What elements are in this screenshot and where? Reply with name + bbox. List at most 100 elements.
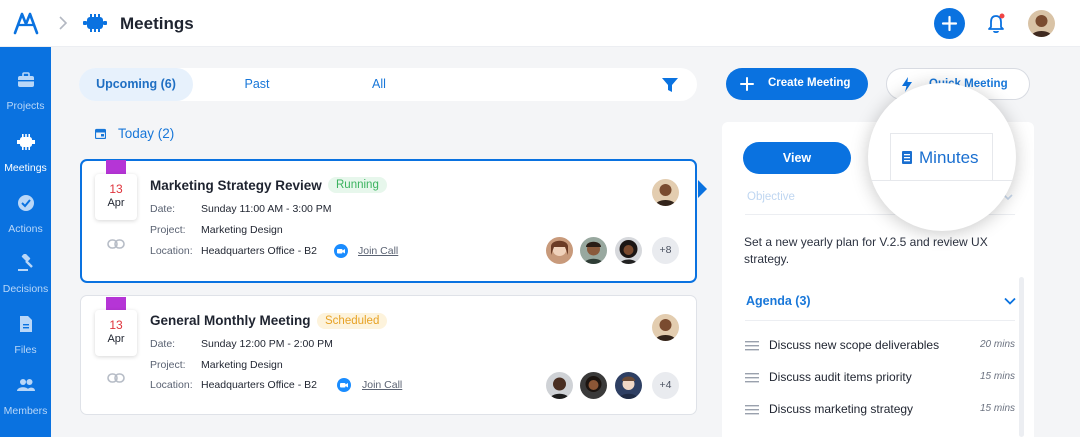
attendee-avatar-image: [580, 237, 607, 264]
document-icon: [902, 151, 912, 164]
divider: [890, 133, 891, 181]
project-value: Marketing Design: [201, 224, 283, 236]
agenda-item[interactable]: Discuss new scope deliverables 20 mins: [745, 338, 1015, 356]
selected-card-indicator: [698, 180, 707, 198]
more-attendees-badge[interactable]: +4: [652, 372, 679, 399]
calendar-icon: [95, 128, 106, 139]
top-bar: Meetings: [0, 0, 1080, 47]
date-label: Date:: [150, 338, 176, 350]
minutes-magnifier-callout: Minutes: [868, 83, 1016, 231]
attendee-avatar[interactable]: [546, 237, 573, 264]
sidebar-item-decisions[interactable]: Decisions: [0, 254, 51, 312]
check-circle-icon: [18, 195, 34, 211]
agenda-item[interactable]: Discuss marketing strategy 15 mins: [745, 402, 1015, 420]
drag-handle-icon[interactable]: [745, 341, 759, 351]
project-label: Project:: [150, 224, 186, 236]
chevron-down-icon[interactable]: [1004, 297, 1016, 305]
sidebar-item-label: Meetings: [4, 162, 47, 174]
date-month: Apr: [107, 197, 125, 209]
project-value: Marketing Design: [201, 359, 283, 371]
drag-handle-icon[interactable]: [745, 405, 759, 415]
sidebar-item-members[interactable]: Members: [0, 376, 51, 434]
agenda-section-title[interactable]: Agenda (3): [746, 294, 811, 308]
meeting-title[interactable]: Marketing Strategy Review: [150, 178, 322, 193]
divider: [890, 133, 993, 134]
location-label: Location:: [150, 245, 193, 257]
meetings-icon: [17, 134, 35, 150]
meeting-title[interactable]: General Monthly Meeting: [150, 313, 311, 328]
tab-all[interactable]: All: [351, 68, 407, 101]
divider: [992, 133, 993, 181]
date-value: Sunday 12:00 PM - 2:00 PM: [201, 338, 333, 350]
video-call-glyph: [340, 383, 348, 388]
meetings-icon: [83, 14, 107, 32]
sidebar: Projects Meetings Actions Decisions File…: [0, 47, 51, 437]
join-call-link[interactable]: Join Call: [358, 245, 398, 257]
create-meeting-label: Create Meeting: [768, 77, 851, 89]
sidebar-item-projects[interactable]: Projects: [0, 71, 51, 129]
project-label: Project:: [150, 359, 186, 371]
organizer-avatar[interactable]: [652, 179, 679, 206]
more-attendees-badge[interactable]: +8: [652, 237, 679, 264]
attendee-avatar[interactable]: [580, 372, 607, 399]
app-logo-icon[interactable]: [13, 11, 39, 35]
sidebar-item-label: Projects: [6, 100, 45, 112]
attendee-avatar-image: [615, 372, 642, 399]
organizer-avatar[interactable]: [652, 314, 679, 341]
attendee-avatar-image: [580, 372, 607, 399]
date-box: 13 Apr: [95, 310, 137, 356]
tab-past[interactable]: Past: [229, 68, 285, 101]
minutes-button[interactable]: Minutes: [919, 148, 979, 168]
drag-handle-icon[interactable]: [745, 373, 759, 383]
date-box: 13 Apr: [95, 174, 137, 220]
view-button[interactable]: View: [743, 142, 851, 174]
date-day: 13: [109, 318, 123, 332]
status-badge: Scheduled: [317, 313, 388, 329]
agenda-item-duration: 15 mins: [979, 403, 1015, 414]
link-icon[interactable]: [107, 373, 125, 383]
sidebar-item-actions[interactable]: Actions: [0, 194, 51, 252]
attendee-avatar[interactable]: [546, 372, 573, 399]
sidebar-item-files[interactable]: Files: [0, 315, 51, 373]
organizer-avatar-image: [652, 179, 679, 206]
agenda-item[interactable]: Discuss audit items priority 15 mins: [745, 370, 1015, 388]
attendee-avatar-image: [615, 237, 642, 264]
location-label: Location:: [150, 379, 193, 391]
sidebar-item-label: Members: [3, 405, 48, 417]
date-day: 13: [109, 182, 123, 196]
members-icon: [17, 379, 35, 391]
agenda-item-duration: 20 mins: [979, 339, 1015, 350]
add-button[interactable]: [934, 8, 965, 39]
category-tag: [106, 160, 126, 174]
video-call-glyph: [337, 249, 345, 254]
attendee-avatar-image: [546, 372, 573, 399]
panel-scrollbar[interactable]: [1019, 277, 1024, 437]
attendee-avatar-image: [546, 237, 573, 264]
create-meeting-button[interactable]: Create Meeting: [726, 68, 868, 100]
user-avatar[interactable]: [1028, 10, 1055, 37]
user-avatar-image: [1028, 10, 1055, 37]
agenda-item-text: Discuss new scope deliverables: [769, 338, 940, 352]
link-icon[interactable]: [107, 239, 125, 249]
notification-bell-icon[interactable]: [986, 13, 1006, 35]
tab-upcoming[interactable]: Upcoming (6): [79, 68, 193, 101]
video-call-icon: [337, 378, 351, 392]
sidebar-item-label: Files: [14, 344, 37, 356]
agenda-item-text: Discuss audit items priority: [769, 370, 912, 384]
filter-icon[interactable]: [661, 76, 679, 94]
video-call-icon: [334, 244, 348, 258]
attendee-avatar[interactable]: [615, 372, 642, 399]
date-value: Sunday 11:00 AM - 3:00 PM: [201, 203, 332, 215]
briefcase-icon: [18, 72, 34, 87]
page-title: Meetings: [120, 14, 194, 33]
date-label: Date:: [150, 203, 176, 215]
organizer-avatar-image: [652, 314, 679, 341]
attendee-avatar[interactable]: [580, 237, 607, 264]
objective-section-title[interactable]: Objective: [747, 191, 795, 203]
sidebar-item-meetings[interactable]: Meetings: [0, 133, 51, 191]
today-label: Today (2): [118, 126, 175, 141]
attendee-avatar[interactable]: [615, 237, 642, 264]
join-call-link[interactable]: Join Call: [362, 379, 402, 391]
meeting-tabs: Upcoming (6) Past All: [79, 68, 697, 101]
objective-description: Set a new yearly plan for V.2.5 and revi…: [744, 235, 988, 266]
